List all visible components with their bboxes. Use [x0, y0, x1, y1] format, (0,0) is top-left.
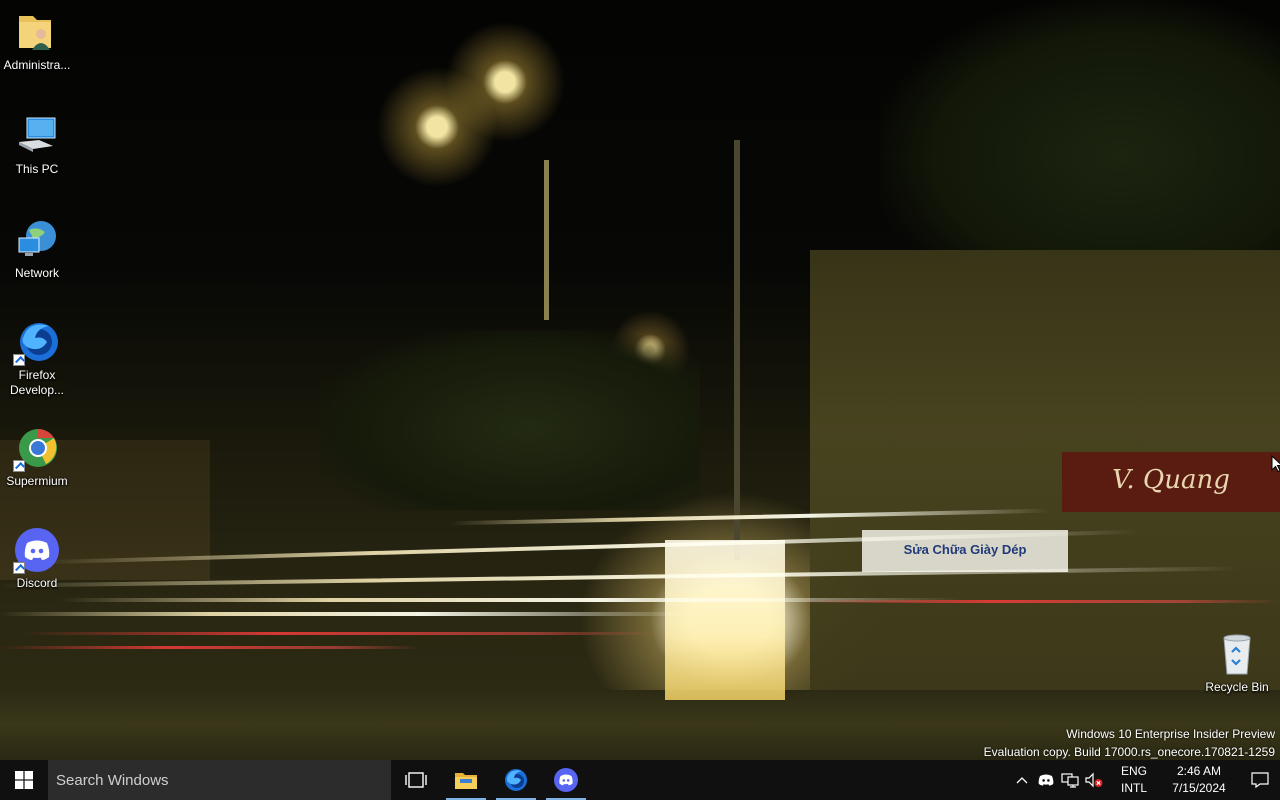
wallpaper-shop-sign: V. Quang	[1062, 452, 1280, 512]
shortcut-arrow-icon	[13, 354, 25, 366]
chevron-up-icon	[1016, 777, 1028, 784]
taskbar-app-discord[interactable]	[542, 760, 590, 800]
start-button[interactable]	[0, 760, 48, 800]
computer-icon	[15, 114, 59, 158]
search-placeholder: Search Windows	[56, 771, 169, 789]
supermium-icon	[13, 426, 59, 472]
task-view-icon	[405, 772, 427, 788]
desktop-icon-supermium[interactable]: Supermium	[0, 426, 74, 489]
recycle-bin-icon	[1215, 632, 1259, 676]
language-code: ENG	[1120, 764, 1147, 778]
desktop-icon-label: Administra...	[3, 58, 71, 72]
taskbar: Search Windows ENG INTL 2:46 AM 7/15/202…	[0, 760, 1280, 800]
windows-watermark: Windows 10 Enterprise Insider Preview Ev…	[984, 725, 1275, 761]
wallpaper-tree-mid	[320, 330, 700, 510]
desktop-icon-firefox-developer[interactable]: Firefox Develop...	[0, 320, 74, 398]
watermark-build: Evaluation copy. Build 17000.rs_onecore.…	[983, 745, 1275, 759]
desktop-icon-label: Recycle Bin	[1205, 680, 1269, 694]
firefox-developer-icon	[505, 769, 527, 791]
desktop-icon-label: Network	[14, 266, 59, 280]
desktop-icon-label: Supermium	[6, 474, 68, 488]
desktop-icon-this-pc[interactable]: This PC	[0, 114, 74, 177]
wallpaper-lit-kiosk	[665, 540, 785, 700]
discord-icon	[13, 528, 59, 574]
desktop-icon-recycle-bin[interactable]: Recycle Bin	[1200, 632, 1274, 695]
keyboard-layout: INTL	[1120, 781, 1147, 795]
shortcut-arrow-icon	[13, 460, 25, 472]
taskbar-app-firefox-developer[interactable]	[492, 760, 540, 800]
volume-muted-icon	[1085, 772, 1103, 788]
firefox-developer-icon	[13, 320, 59, 366]
clock-time: 2:46 AM	[1176, 764, 1222, 778]
tray-volume-button[interactable]	[1082, 760, 1106, 800]
desktop-icon-administrator[interactable]: Administra...	[0, 10, 74, 73]
light-trail	[0, 612, 700, 616]
network-wired-icon	[1061, 773, 1079, 788]
system-tray: ENG INTL 2:46 AM 7/15/2024	[1010, 760, 1280, 800]
file-explorer-icon	[455, 773, 477, 789]
action-center-button[interactable]	[1240, 760, 1280, 800]
search-box[interactable]: Search Windows	[48, 760, 391, 800]
tray-network-button[interactable]	[1058, 760, 1082, 800]
desktop-icon-label: Firefox Develop...	[9, 368, 65, 397]
show-hidden-icons-button[interactable]	[1010, 760, 1034, 800]
clock-date: 7/15/2024	[1172, 781, 1226, 795]
light-trail-red	[0, 646, 420, 649]
wallpaper-tree	[880, 0, 1280, 260]
discord-icon	[554, 768, 578, 792]
light-trail-red	[20, 632, 660, 635]
wallpaper-street-lamp-pole	[544, 160, 549, 320]
light-trail-red	[800, 600, 1280, 603]
desktop-wallpaper: V. Quang Sửa Chữa Giày Dép	[0, 0, 1280, 760]
wallpaper-utility-pole	[734, 140, 740, 560]
network-icon	[15, 218, 59, 262]
input-language-button[interactable]: ENG INTL	[1112, 763, 1156, 797]
desktop-icon-network[interactable]: Network	[0, 218, 74, 281]
shortcut-arrow-icon	[13, 562, 25, 574]
watermark-edition: Windows 10 Enterprise Insider Preview	[1066, 727, 1275, 741]
clock-button[interactable]: 2:46 AM 7/15/2024	[1162, 763, 1236, 797]
desktop-icon-label: Discord	[16, 576, 58, 590]
discord-icon	[1038, 774, 1054, 786]
tray-discord-button[interactable]	[1034, 760, 1058, 800]
mouse-cursor-icon	[1271, 454, 1280, 478]
taskbar-app-file-explorer[interactable]	[442, 760, 490, 800]
desktop-icon-discord[interactable]: Discord	[0, 528, 74, 591]
notification-icon	[1251, 772, 1269, 788]
windows-logo-icon	[15, 771, 33, 789]
user-folder-icon	[15, 10, 59, 54]
desktop-icon-label: This PC	[15, 162, 59, 176]
task-view-button[interactable]	[392, 760, 440, 800]
